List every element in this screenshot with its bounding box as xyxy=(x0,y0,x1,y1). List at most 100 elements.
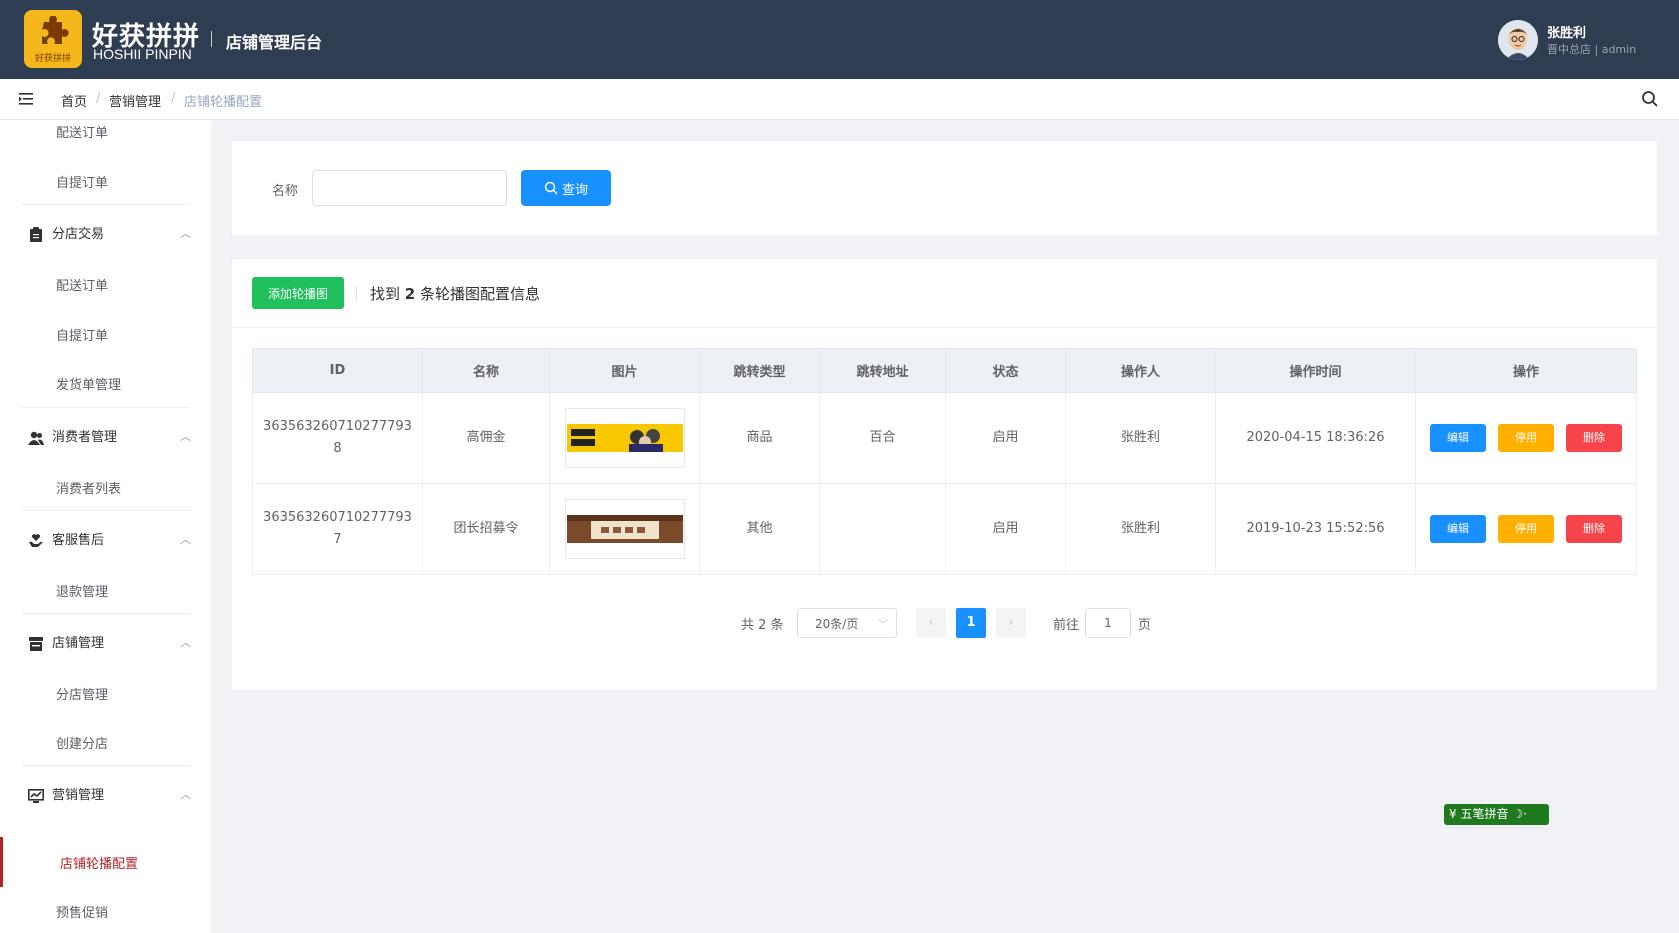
sidebar-divider xyxy=(22,613,190,614)
sidebar-item-presale-promotion[interactable]: 预售促销 xyxy=(56,902,108,921)
chevron-up-icon[interactable]: ︿ xyxy=(180,786,191,802)
sidebar-item-refund-management[interactable]: 退款管理 xyxy=(56,581,108,600)
sidebar-item-consumer-list[interactable]: 消费者列表 xyxy=(56,478,121,497)
cell-id: 3635632607102777937 xyxy=(252,483,423,575)
name-filter-label: 名称 xyxy=(272,184,299,199)
sidebar-group-label: 分店交易 xyxy=(52,227,105,242)
table-row: 3635632607102777938 高佣金 商品 百合 启用 张胜利 202… xyxy=(252,392,1637,484)
sidebar-item-store-banner-config[interactable]: 店铺轮播配置 xyxy=(60,853,138,872)
pagination-total: 共 2 条 xyxy=(741,618,784,633)
table-row: 3635632607102777937 团长招募令 其他 启用 张胜利 2019… xyxy=(252,483,1637,575)
table-header-row: ID 名称 图片 跳转类型 跳转地址 状态 操作人 操作时间 操作 xyxy=(252,348,1637,393)
cell-operator: 张胜利 xyxy=(1065,392,1216,484)
avatar-face-icon xyxy=(1498,20,1538,60)
breadcrumb-separator: / xyxy=(171,91,176,106)
disable-button[interactable]: 停用 xyxy=(1498,424,1554,452)
breadcrumb-separator: / xyxy=(96,91,101,106)
goto-page-input[interactable] xyxy=(1085,608,1131,638)
cell-jump-type: 其他 xyxy=(699,483,820,575)
sidebar-divider xyxy=(22,510,190,511)
filter-card: 名称 查询 xyxy=(231,140,1658,237)
delete-button[interactable]: 删除 xyxy=(1566,515,1622,543)
chevron-up-icon[interactable]: ︿ xyxy=(180,634,191,650)
sidebar-item-shipping-management[interactable]: 发货单管理 xyxy=(56,374,121,393)
ime-arrow-icon: ¥ xyxy=(1449,807,1457,821)
brand-logo[interactable]: 好获拼拼 xyxy=(24,10,82,68)
column-header-jump-address: 跳转地址 xyxy=(819,348,946,393)
sidebar-item-create-branch[interactable]: 创建分店 xyxy=(56,733,108,752)
delete-button[interactable]: 删除 xyxy=(1566,424,1622,452)
ime-indicator[interactable]: ¥ 五笔拼音 ☽· xyxy=(1444,804,1549,825)
cell-name: 团长招募令 xyxy=(422,483,550,575)
cell-status: 启用 xyxy=(945,392,1066,484)
cell-time: 2020-04-15 18:36:26 xyxy=(1215,392,1416,484)
brand-divider xyxy=(211,31,212,47)
chevron-up-icon[interactable]: ︿ xyxy=(180,531,191,547)
prev-page-button[interactable]: ‹ xyxy=(916,608,946,638)
next-page-button[interactable]: › xyxy=(996,608,1026,638)
banner-table: ID 名称 图片 跳转类型 跳转地址 状态 操作人 操作时间 操作 363563… xyxy=(252,348,1637,575)
brand-name-en: HOSHII PINPIN xyxy=(93,46,192,62)
disable-button[interactable]: 停用 xyxy=(1498,515,1554,543)
clipboard-icon xyxy=(30,227,42,242)
user-avatar[interactable] xyxy=(1498,20,1538,60)
sidebar-item-branch-delivery-orders[interactable]: 配送订单 xyxy=(56,275,108,294)
menu-fold-icon[interactable] xyxy=(19,92,35,106)
chevron-up-icon[interactable]: ︿ xyxy=(180,225,191,241)
sidebar-item-branch-management[interactable]: 分店管理 xyxy=(56,684,108,703)
search-icon[interactable] xyxy=(1641,90,1659,108)
column-header-name: 名称 xyxy=(422,348,550,393)
sidebar-divider xyxy=(22,765,190,766)
sidebar-group-store-management[interactable]: 店铺管理 xyxy=(28,632,104,651)
user-name[interactable]: 张胜利 xyxy=(1547,22,1586,41)
page-size-value: 20条/页 xyxy=(815,617,859,631)
column-header-image: 图片 xyxy=(549,348,700,393)
query-button-label: 查询 xyxy=(561,182,588,198)
cell-id: 3635632607102777938 xyxy=(252,392,423,484)
edit-button[interactable]: 编辑 xyxy=(1430,515,1486,543)
name-filter-input[interactable] xyxy=(312,170,507,206)
page-number-current[interactable]: 1 xyxy=(956,608,986,638)
top-bar: 好获拼拼 好获拼拼 HOSHII PINPIN 店铺管理后台 张胜利 晋中总店 … xyxy=(0,0,1679,79)
result-count-text: 找到 2 条轮播图配置信息 xyxy=(370,283,540,304)
ime-label: 五笔拼音 xyxy=(1460,807,1509,821)
page-size-select[interactable]: 20条/页 ﹀ xyxy=(797,608,897,638)
cell-time: 2019-10-23 15:52:56 xyxy=(1215,483,1416,575)
sidebar-group-customer-service[interactable]: 客服售后 xyxy=(28,529,104,548)
chart-board-icon xyxy=(28,788,44,803)
cell-operator: 张胜利 xyxy=(1065,483,1216,575)
cell-image xyxy=(549,483,700,575)
users-icon xyxy=(28,431,44,445)
sidebar-item-pickup-orders[interactable]: 自提订单 xyxy=(56,172,108,191)
sidebar-group-marketing[interactable]: 营销管理 xyxy=(28,784,104,803)
chevron-up-icon[interactable]: ︿ xyxy=(180,428,191,444)
cell-actions: 编辑 停用 删除 xyxy=(1415,392,1637,484)
breadcrumb-marketing[interactable]: 营销管理 xyxy=(109,91,161,110)
pagination: 共 2 条 20条/页 ﹀ ‹ 1 › 前往 页 xyxy=(232,608,1657,638)
breadcrumb-home[interactable]: 首页 xyxy=(61,91,87,110)
banner-thumbnail[interactable] xyxy=(564,499,685,559)
sidebar-group-label: 店铺管理 xyxy=(52,636,105,651)
sidebar-item-branch-pickup-orders[interactable]: 自提订单 xyxy=(56,325,108,344)
edit-button[interactable]: 编辑 xyxy=(1430,424,1486,452)
logo-caption: 好获拼拼 xyxy=(34,54,71,64)
add-banner-button[interactable]: 添加轮播图 xyxy=(252,277,344,309)
result-prefix: 找到 xyxy=(370,285,401,303)
query-button[interactable]: 查询 xyxy=(521,170,611,206)
banner-thumbnail[interactable] xyxy=(564,408,685,468)
sidebar-group-branch-trade[interactable]: 分店交易 xyxy=(28,223,104,242)
cell-actions: 编辑 停用 删除 xyxy=(1415,483,1637,575)
column-header-jump-type: 跳转类型 xyxy=(699,348,820,393)
column-header-actions: 操作 xyxy=(1415,348,1637,393)
ime-moon-icon: ☽· xyxy=(1512,807,1527,821)
sidebar-group-label: 客服售后 xyxy=(52,533,105,548)
sidebar-item-delivery-orders[interactable]: 配送订单 xyxy=(56,122,108,141)
cell-jump-address xyxy=(819,483,946,575)
sidebar-group-consumer[interactable]: 消费者管理 xyxy=(28,426,117,445)
heart-hand-icon xyxy=(29,534,43,547)
cell-status: 启用 xyxy=(945,483,1066,575)
system-title: 店铺管理后台 xyxy=(226,33,323,52)
breadcrumb-current: 店铺轮播配置 xyxy=(184,95,263,110)
result-suffix: 条轮播图配置信息 xyxy=(420,285,541,303)
chevron-down-icon: ﹀ xyxy=(878,620,888,631)
